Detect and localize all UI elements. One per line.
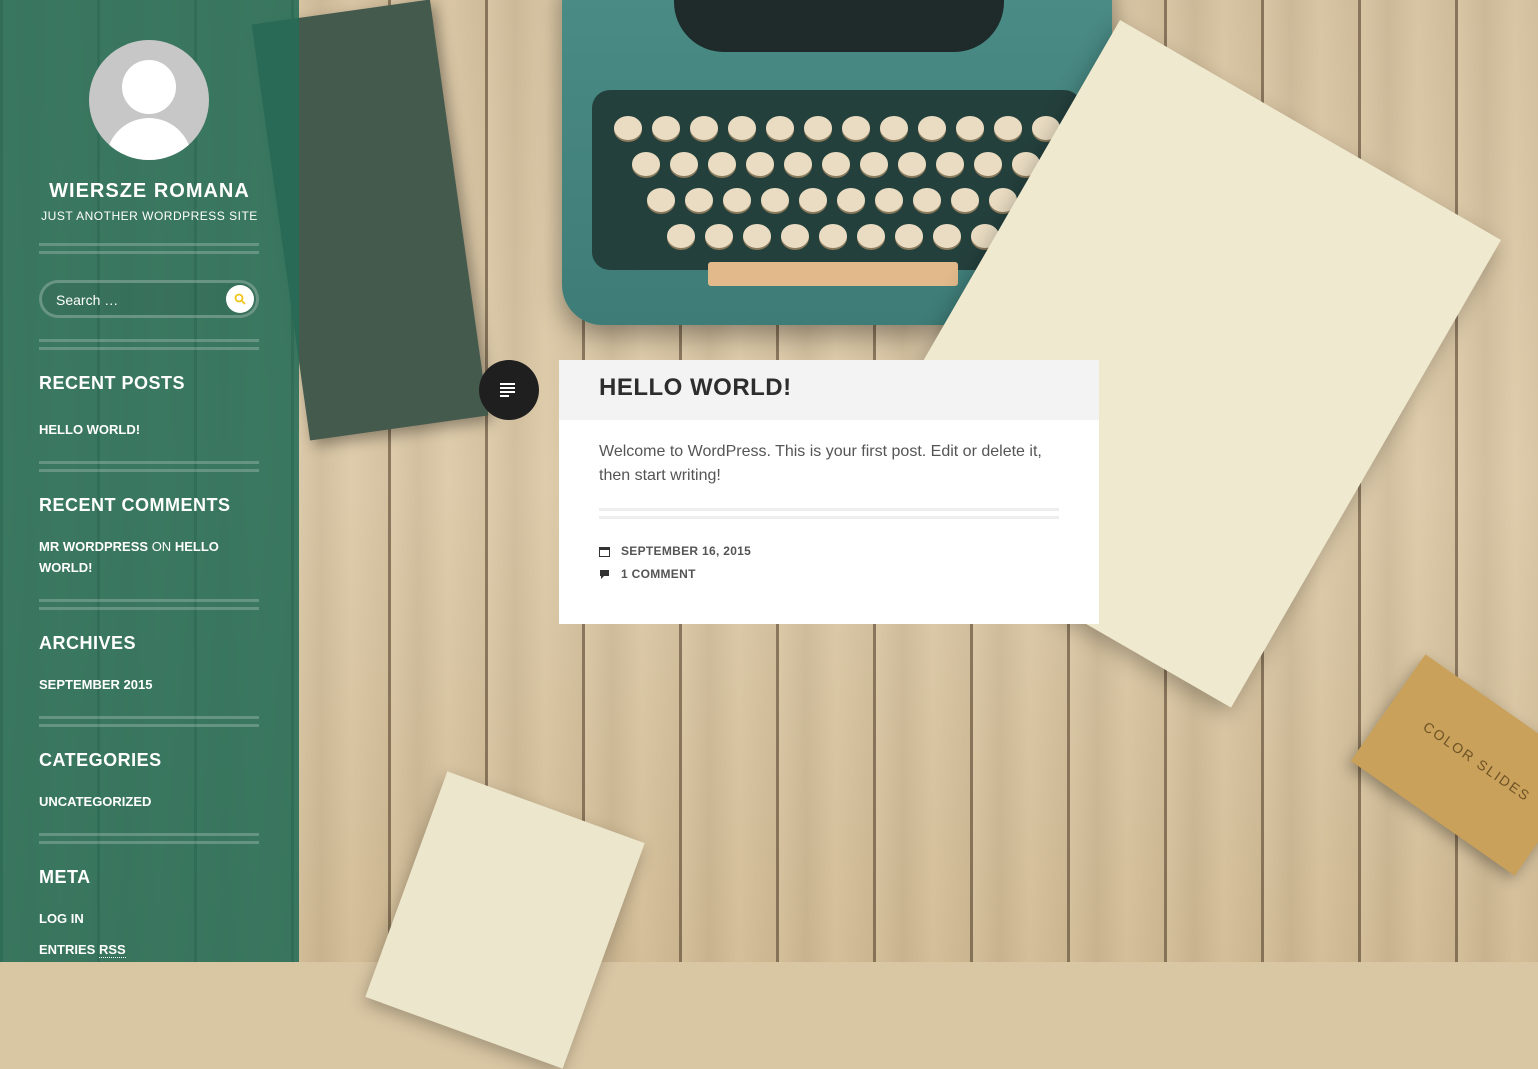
rss-abbr: RSS <box>98 942 126 958</box>
post-date: SEPTEMBER 16, 2015 <box>621 544 752 558</box>
post-card: HELLO WORLD! Welcome to WordPress. This … <box>559 360 1099 624</box>
entries-rss-label: ENTRIES <box>39 942 96 957</box>
search-icon <box>234 293 246 305</box>
widget-title-recent-comments: RECENT COMMENTS <box>39 495 231 515</box>
archive-link[interactable]: SEPTEMBER 2015 <box>39 674 259 695</box>
sidebar-separator <box>39 833 259 844</box>
search-input[interactable] <box>54 289 218 311</box>
site-title[interactable]: WIERSZE ROMANA <box>0 180 299 203</box>
site-description: JUST ANOTHER WORDPRESS SITE <box>41 209 258 223</box>
widget-title-categories: CATEGORIES <box>39 750 162 770</box>
log-in-link[interactable]: LOG IN <box>39 908 259 929</box>
search-button[interactable] <box>226 285 254 313</box>
post-content: Welcome to WordPress. This is your first… <box>599 443 1042 484</box>
sidebar-separator <box>39 461 259 472</box>
widget-title-meta: META <box>39 867 91 887</box>
sidebar-separator <box>39 243 259 254</box>
avatar[interactable] <box>89 40 209 160</box>
sidebar-separator <box>39 716 259 727</box>
post-comments-link: 1 COMMENT <box>621 567 696 581</box>
recent-post-link[interactable]: HELLO WORLD! <box>39 419 259 440</box>
widget-title-archives: ARCHIVES <box>39 633 137 653</box>
entries-rss-link[interactable]: ENTRIES RSS <box>39 939 259 960</box>
recent-comment-item: MR WORDPRESS ON HELLO WORLD! <box>39 536 259 578</box>
slides-box-label: COLOR SLIDES <box>1420 718 1534 805</box>
calendar-icon <box>599 547 610 557</box>
widget-title-recent-posts: RECENT POSTS <box>39 373 186 393</box>
post-title[interactable]: HELLO WORLD! <box>599 374 792 402</box>
comment-icon <box>600 570 609 579</box>
comment-on-label: ON <box>151 539 172 554</box>
post-header: HELLO WORLD! <box>559 360 1099 420</box>
post-separator <box>599 508 1059 519</box>
standard-post-icon <box>500 383 515 397</box>
sidebar-separator <box>39 339 259 350</box>
search-form <box>39 280 259 318</box>
category-link[interactable]: UNCATEGORIZED <box>39 791 259 812</box>
sidebar-separator <box>39 599 259 610</box>
post-format-icon[interactable] <box>479 360 539 420</box>
comment-author-link[interactable]: MR WORDPRESS <box>39 539 148 554</box>
sidebar: WIERSZE ROMANA JUST ANOTHER WORDPRESS SI… <box>0 0 299 962</box>
